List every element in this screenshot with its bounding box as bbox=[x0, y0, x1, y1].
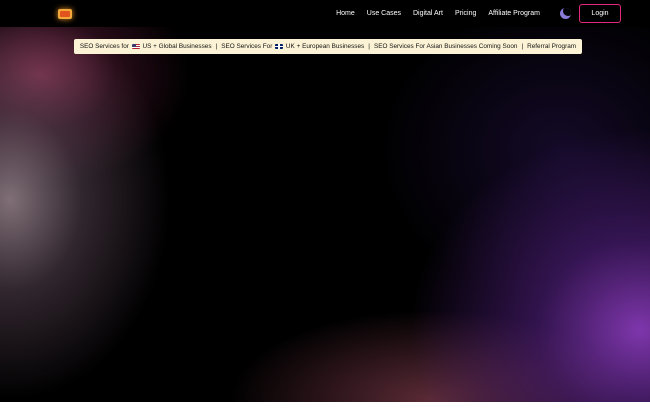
banner-item1-prefix: SEO Services for bbox=[79, 43, 129, 50]
us-flag-icon bbox=[131, 43, 140, 49]
banner-separator: | bbox=[215, 43, 218, 50]
moon-icon[interactable] bbox=[560, 8, 571, 19]
banner-link-referral[interactable]: Referral Program bbox=[527, 43, 576, 50]
banner-link-uk[interactable]: SEO Services For UK + European Businesse… bbox=[221, 43, 364, 50]
main-nav: Home Use Cases Digital Art Pricing Affil… bbox=[330, 0, 546, 27]
nav-home[interactable]: Home bbox=[330, 10, 361, 17]
nav-pricing[interactable]: Pricing bbox=[449, 10, 482, 17]
banner-item2-suffix: UK + European Businesses bbox=[285, 43, 365, 50]
announcement-banner: SEO Services for US + Global Businesses … bbox=[74, 39, 582, 54]
banner-separator: | bbox=[368, 43, 370, 50]
hero-gradient-background bbox=[0, 0, 650, 402]
logo-icon[interactable] bbox=[58, 9, 72, 19]
banner-item1-suffix: US + Global Businesses bbox=[142, 43, 212, 50]
nav-use-cases[interactable]: Use Cases bbox=[361, 10, 407, 17]
uk-flag-icon bbox=[275, 43, 284, 49]
banner-link-asia[interactable]: SEO Services For Asian Businesses Coming… bbox=[374, 43, 518, 50]
login-button[interactable]: Login bbox=[579, 4, 621, 23]
nav-affiliate-program[interactable]: Affiliate Program bbox=[482, 10, 546, 17]
banner-separator: | bbox=[521, 43, 524, 50]
top-navbar: Home Use Cases Digital Art Pricing Affil… bbox=[0, 0, 650, 27]
banner-item2-prefix: SEO Services For bbox=[221, 43, 273, 50]
banner-link-us[interactable]: SEO Services for US + Global Businesses bbox=[80, 43, 212, 50]
page-bottom-strip bbox=[0, 402, 650, 414]
nav-digital-art[interactable]: Digital Art bbox=[407, 10, 449, 17]
